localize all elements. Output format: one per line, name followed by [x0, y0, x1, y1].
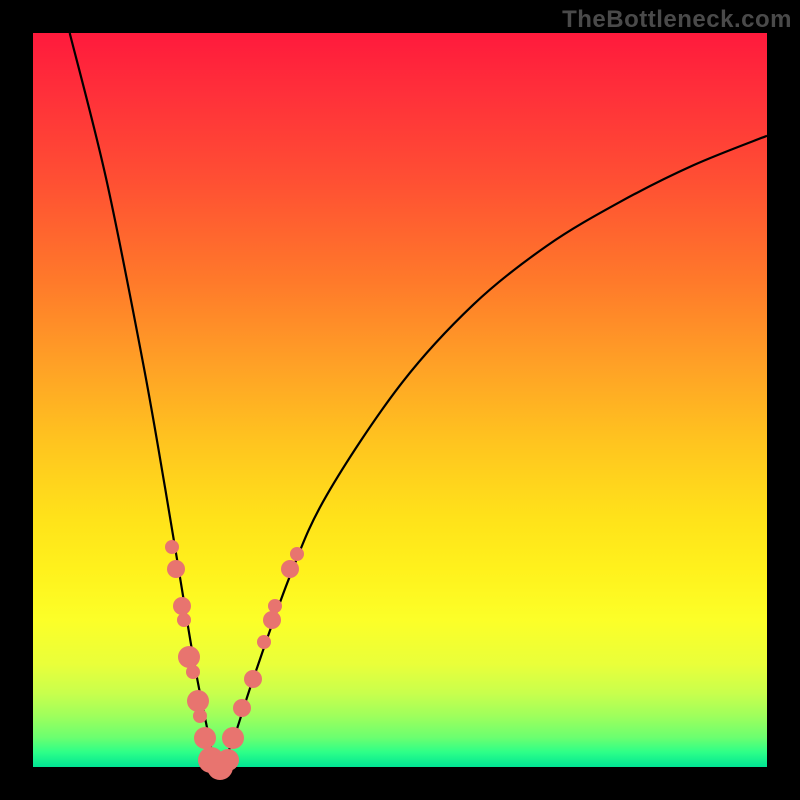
- highlight-dot: [281, 560, 299, 578]
- highlight-dot: [167, 560, 185, 578]
- highlight-dot: [244, 670, 262, 688]
- outer-frame: TheBottleneck.com: [0, 0, 800, 800]
- plot-area: [33, 33, 767, 767]
- highlight-dot: [290, 547, 304, 561]
- highlight-dot: [177, 613, 191, 627]
- curve-svg: [33, 33, 767, 767]
- highlight-dot: [193, 709, 207, 723]
- highlight-dot: [257, 635, 271, 649]
- highlight-dot: [217, 749, 239, 771]
- highlight-dot: [263, 611, 281, 629]
- highlight-dot: [194, 727, 216, 749]
- highlight-dot: [268, 599, 282, 613]
- highlight-dot: [233, 699, 251, 717]
- highlight-dot: [173, 597, 191, 615]
- highlight-dot: [186, 665, 200, 679]
- bottleneck-curve-path: [70, 33, 767, 767]
- watermark-text: TheBottleneck.com: [562, 6, 792, 34]
- highlight-dot: [222, 727, 244, 749]
- highlight-dot: [165, 540, 179, 554]
